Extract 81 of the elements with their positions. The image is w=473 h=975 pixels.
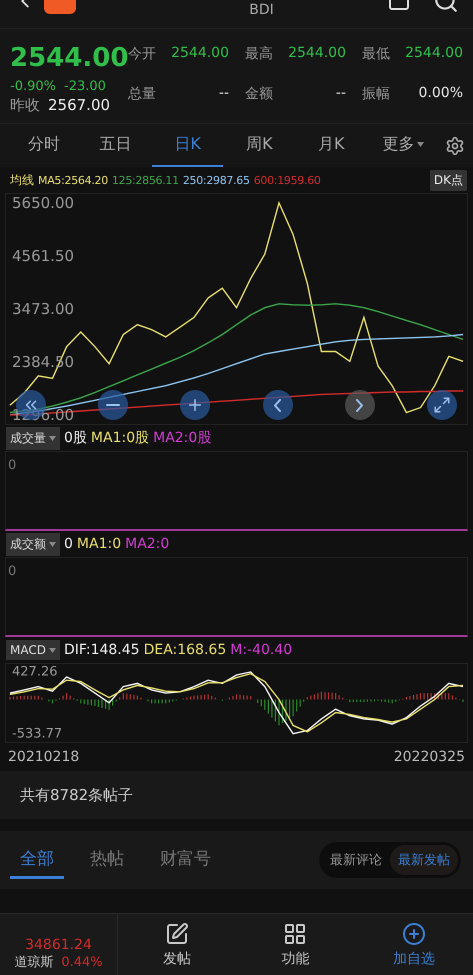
- stat-value: --: [218, 85, 229, 103]
- stat-value: 2544.00: [288, 45, 346, 63]
- legend-value: MA5:2564.20: [38, 174, 108, 186]
- stat-value: 2567.00: [48, 96, 110, 114]
- stat-label: 总量: [128, 85, 156, 104]
- period-tab[interactable]: 更多: [367, 124, 439, 168]
- dk-button[interactable]: DK点: [430, 170, 467, 190]
- plus-circle-icon: [402, 922, 426, 946]
- post-tab[interactable]: 全部: [10, 841, 64, 879]
- indicator-value: 0股: [64, 429, 87, 447]
- legend-value: 125:2856.11: [112, 174, 179, 186]
- toolbar-button[interactable]: 功能: [236, 914, 355, 975]
- toolbar-button[interactable]: 加自选: [354, 914, 473, 975]
- expand-icon: [432, 396, 451, 414]
- fullscreen-button[interactable]: [426, 390, 457, 420]
- stat-value: 2544.00: [405, 45, 463, 63]
- header-title: BDI: [248, 2, 274, 18]
- indicator-value: DIF:148.45: [64, 642, 140, 658]
- post-tab[interactable]: 热帖: [80, 841, 134, 879]
- previous-button[interactable]: [262, 390, 293, 420]
- axis-label: 4561.50: [12, 246, 74, 265]
- caret-icon: [416, 142, 424, 146]
- stat-label: 振幅: [362, 85, 390, 104]
- stat-label: 最高: [245, 45, 273, 64]
- axis-label: 3473.00: [12, 300, 74, 318]
- minus-icon: [106, 404, 120, 406]
- period-tab[interactable]: 五日: [80, 124, 152, 168]
- toolbar-button[interactable]: 发帖: [118, 914, 236, 975]
- axis-label: 0: [8, 564, 16, 579]
- axis-label: 427.26: [12, 664, 58, 680]
- chevron-right-icon: [356, 398, 364, 412]
- legend-title: 均线: [10, 172, 34, 188]
- sort-option[interactable]: 最新评论: [322, 845, 390, 875]
- legend-value: 600:1959.60: [254, 174, 321, 186]
- post-count: 共有8782条帖子: [20, 786, 134, 804]
- next-button[interactable]: [344, 390, 375, 420]
- zoom-in-button[interactable]: [180, 390, 210, 420]
- index-name: 道琼斯: [14, 954, 54, 971]
- indicator-value: MA2:0股: [153, 429, 212, 447]
- caret-icon: [48, 648, 56, 652]
- period-tab[interactable]: 分时: [8, 124, 80, 168]
- end-date: 20220325: [394, 749, 465, 765]
- stat-value: --: [336, 85, 346, 103]
- axis-label: 5650.00: [12, 194, 74, 212]
- stat-value: 0.00%: [418, 85, 463, 103]
- indicator-value: DEA:168.65: [144, 642, 226, 658]
- sort-option[interactable]: 最新发帖: [390, 845, 458, 875]
- caret-icon: [49, 436, 56, 440]
- edit-icon: [165, 922, 190, 946]
- indicator-dropdown[interactable]: 成交量: [6, 426, 60, 450]
- settings-icon[interactable]: [444, 136, 465, 156]
- indicator-dropdown[interactable]: 成交额: [6, 532, 60, 556]
- stat-label: 今开: [128, 45, 156, 64]
- zoom-out-button[interactable]: [98, 390, 128, 420]
- stat-value: 2544.00: [171, 45, 229, 63]
- caret-icon: [49, 542, 56, 546]
- indicator-value: MA1:0股: [90, 429, 150, 447]
- stat-label: 金额: [245, 85, 273, 104]
- change-value: -23.00: [64, 79, 106, 94]
- indicator-value: MA2:0: [125, 536, 170, 552]
- grid-icon: [283, 922, 308, 946]
- indicator-value: MA1:0: [76, 536, 122, 552]
- app-logo: [44, 0, 76, 14]
- stat-label: 昨收: [10, 96, 40, 115]
- indicator-value: M:-40.40: [230, 642, 292, 658]
- indicator-dropdown[interactable]: MACD: [6, 640, 60, 660]
- current-price: 2544.00: [10, 43, 128, 73]
- axis-label: -533.77: [12, 726, 62, 742]
- start-date: 20210218: [8, 749, 80, 765]
- index-change: 0.44%: [61, 955, 103, 970]
- legend-value: 250:2987.65: [182, 174, 250, 186]
- index-ticker[interactable]: 34861.24 道琼斯 0.44%: [0, 914, 118, 975]
- change-percent: -0.90%: [10, 79, 56, 94]
- stat-label: 最低: [362, 45, 390, 64]
- chevron-left-icon: [274, 398, 282, 412]
- axis-label: 0: [8, 458, 16, 473]
- period-tab[interactable]: 周K: [223, 124, 296, 168]
- period-tab[interactable]: 月K: [295, 124, 368, 168]
- index-value: 34861.24: [25, 937, 92, 953]
- indicator-value: 0: [64, 536, 73, 552]
- post-tab[interactable]: 财富号: [150, 841, 221, 879]
